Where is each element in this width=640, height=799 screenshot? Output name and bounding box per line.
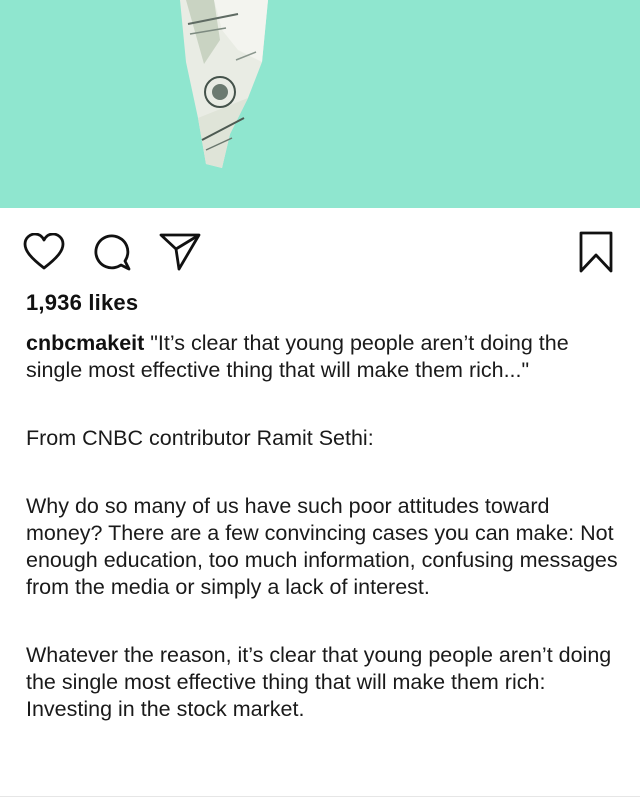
like-button[interactable] <box>22 230 66 274</box>
likes-count[interactable]: 1,936 likes <box>26 290 138 316</box>
caption-paragraph: Why do so many of us have such poor atti… <box>26 494 618 599</box>
comment-icon <box>92 232 132 272</box>
post-action-bar <box>0 208 640 288</box>
heart-icon <box>23 233 65 271</box>
save-button[interactable] <box>574 230 618 274</box>
comment-button[interactable] <box>90 230 134 274</box>
bookmark-icon <box>578 231 614 273</box>
divider <box>0 796 640 797</box>
caption-intro: cnbcmakeit "It’s clear that young people… <box>26 330 618 384</box>
share-button[interactable] <box>158 230 202 274</box>
folded-dollar-bill-image <box>0 0 640 208</box>
send-icon <box>159 232 201 272</box>
caption-paragraph: From CNBC contributor Ramit Sethi: <box>26 426 374 450</box>
post-image[interactable] <box>0 0 640 208</box>
caption-paragraph: Whatever the reason, it’s clear that you… <box>26 643 612 721</box>
post-caption: cnbcmakeit "It’s clear that young people… <box>26 330 618 723</box>
username-link[interactable]: cnbcmakeit <box>26 331 144 355</box>
